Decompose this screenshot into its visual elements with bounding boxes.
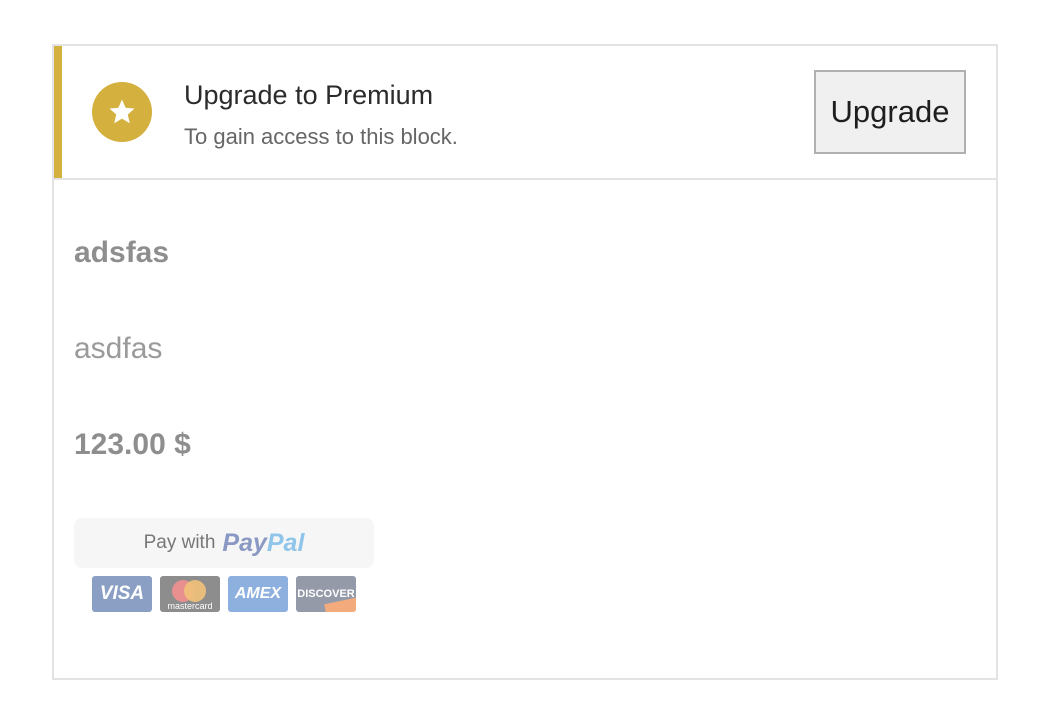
amex-logo-text: AMEX xyxy=(234,585,282,602)
premium-block-card: Upgrade to Premium To gain access to thi… xyxy=(52,44,998,680)
visa-logo-text: VISA xyxy=(99,583,145,604)
banner-accent-bar xyxy=(54,46,62,178)
paypal-logo-pal: Pal xyxy=(266,528,305,557)
card-logos: VISA mastercard AMEX DISCOVER xyxy=(92,576,364,612)
paypal-logo: PayPal xyxy=(222,529,304,558)
banner-title: Upgrade to Premium xyxy=(184,80,434,110)
product-title: adsfas xyxy=(74,236,170,269)
paypal-prefix-label: Pay with xyxy=(143,532,216,553)
upgrade-button[interactable]: Upgrade xyxy=(814,70,966,154)
visa-logo: VISA xyxy=(92,576,152,612)
paypal-button[interactable]: Pay with PayPal xyxy=(74,518,374,568)
mastercard-logo-text: mastercard xyxy=(167,601,213,611)
mastercard-circle-right xyxy=(184,580,206,602)
discover-logo: DISCOVER xyxy=(296,576,356,612)
product-description: asdfas xyxy=(74,332,163,365)
paypal-logo-pay: Pay xyxy=(222,528,267,557)
product-price: 123.00 $ xyxy=(74,428,191,461)
discover-logo-text: DISCOVER xyxy=(297,588,355,600)
amex-logo: AMEX xyxy=(228,576,288,612)
upgrade-banner: Upgrade to Premium To gain access to thi… xyxy=(54,46,998,180)
star-icon xyxy=(92,82,152,142)
mastercard-logo: mastercard xyxy=(160,576,220,612)
banner-subtitle: To gain access to this block. xyxy=(184,124,458,149)
